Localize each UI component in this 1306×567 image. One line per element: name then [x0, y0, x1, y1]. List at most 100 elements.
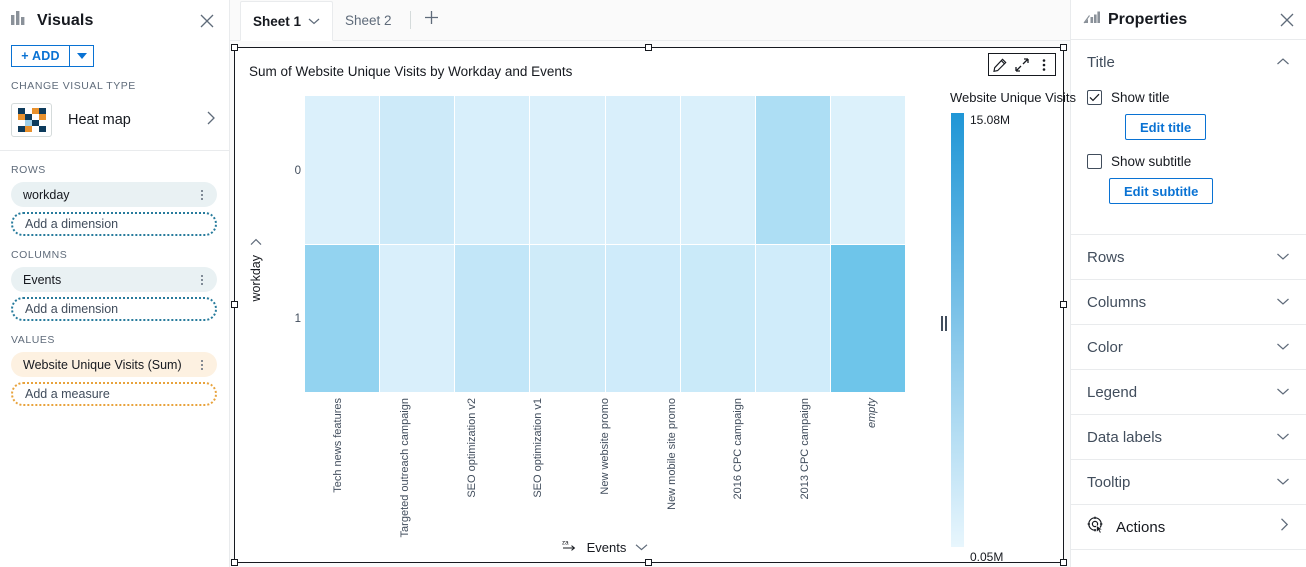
properties-section-color[interactable]: Color	[1071, 325, 1306, 369]
visual-type-name: Heat map	[68, 112, 131, 128]
x-axis-label: 2016 CPC campaign	[732, 398, 745, 500]
heatmap-cell[interactable]	[755, 96, 830, 244]
resize-handle-icon[interactable]	[941, 316, 947, 331]
columns-add-dimension[interactable]: Add a dimension	[11, 297, 217, 321]
divider	[1071, 549, 1306, 550]
heatmap-cell[interactable]	[530, 244, 605, 392]
chevron-down-icon[interactable]	[635, 543, 648, 551]
chevron-right-icon[interactable]	[250, 238, 263, 248]
x-axis-label: Tech news features	[332, 398, 345, 493]
show-subtitle-checkbox-row[interactable]: Show subtitle	[1087, 154, 1290, 169]
rows-add-dimension[interactable]: Add a dimension	[11, 212, 217, 236]
heatmap-cell[interactable]	[305, 244, 380, 392]
legend-max-label: 15.08M	[970, 113, 1011, 127]
field-menu-icon[interactable]	[193, 359, 211, 370]
field-pill-events[interactable]: Events	[11, 267, 217, 292]
tab-label: Sheet 1	[253, 13, 302, 29]
heatmap-cell[interactable]	[830, 244, 905, 392]
visual-container[interactable]: Sum of Website Unique Visits by Workday …	[231, 44, 1076, 566]
add-visual-button[interactable]: + ADD	[11, 45, 69, 67]
bar-chart-icon	[11, 11, 28, 30]
show-subtitle-checkbox[interactable]	[1087, 154, 1102, 169]
properties-section-data-labels[interactable]: Data labels	[1071, 415, 1306, 459]
heatmap-cell[interactable]	[680, 244, 755, 392]
close-icon[interactable]	[1280, 13, 1294, 27]
tab-sheet-2[interactable]: Sheet 2	[333, 0, 404, 40]
tab-separator	[409, 11, 411, 29]
resize-handle-top-right[interactable]	[1060, 44, 1067, 51]
heatmap-cell[interactable]	[830, 96, 905, 244]
menu-icon[interactable]	[1033, 54, 1055, 75]
values-label: VALUES	[11, 334, 55, 346]
chevron-up-icon[interactable]	[1276, 53, 1290, 71]
heatmap-cell[interactable]	[680, 96, 755, 244]
color-legend: Website Unique Visits 15.08M 0.05M	[910, 86, 1076, 564]
add-visual-dropdown-button[interactable]	[69, 45, 94, 67]
expand-icon[interactable]	[1011, 54, 1033, 75]
chevron-down-icon[interactable]	[1276, 473, 1290, 491]
rows-label: ROWS	[11, 164, 46, 176]
chevron-down-icon[interactable]	[1276, 338, 1290, 356]
sort-za-icon[interactable]: za	[562, 538, 578, 556]
chevron-down-icon[interactable]	[1276, 293, 1290, 311]
change-visual-type-label: CHANGE VISUAL TYPE	[11, 80, 136, 92]
tab-label: Sheet 2	[345, 12, 392, 28]
show-title-checkbox-row[interactable]: Show title	[1087, 90, 1290, 105]
y-axis-title[interactable]: workday	[249, 236, 263, 302]
y-tick-1: 1	[294, 313, 301, 325]
heatmap-cell[interactable]	[380, 96, 455, 244]
heatmap-cell[interactable]	[380, 244, 455, 392]
heatmap-cell[interactable]	[605, 96, 680, 244]
x-axis-labels: Tech news features Targeted outreach camp…	[305, 398, 905, 537]
properties-section-actions[interactable]: Actions	[1071, 505, 1306, 549]
field-pill-website-unique-visits[interactable]: Website Unique Visits (Sum)	[11, 352, 217, 377]
properties-section-columns[interactable]: Columns	[1071, 280, 1306, 324]
visual-type-row[interactable]: Heat map	[0, 98, 229, 142]
heatmap-cell[interactable]	[455, 96, 530, 244]
visual-toolbar	[988, 53, 1056, 76]
resize-handle-top-center[interactable]	[645, 44, 652, 51]
heatmap-cell[interactable]	[605, 244, 680, 392]
chevron-right-icon[interactable]	[1279, 517, 1290, 537]
chevron-down-icon[interactable]	[308, 17, 320, 25]
heatmap-cell[interactable]	[530, 96, 605, 244]
show-title-checkbox[interactable]	[1087, 90, 1102, 105]
field-pill-label: workday	[23, 187, 70, 202]
heat-map-thumbnail-icon[interactable]	[11, 103, 52, 137]
chevron-right-icon[interactable]	[205, 110, 217, 131]
svg-text:za: za	[562, 540, 569, 547]
heatmap-cell[interactable]	[755, 244, 830, 392]
x-axis-title[interactable]: za Events	[305, 538, 905, 556]
actions-label: Actions	[1116, 518, 1166, 536]
add-visual-row: + ADD	[0, 41, 229, 67]
properties-section-tooltip[interactable]: Tooltip	[1071, 460, 1306, 504]
field-menu-icon[interactable]	[193, 189, 211, 200]
title-section-body: Show title Edit title Show subtitle Edit…	[1071, 84, 1306, 234]
heatmap-cell[interactable]	[305, 96, 380, 244]
chevron-down-icon[interactable]	[1276, 428, 1290, 446]
chevron-down-icon[interactable]	[1276, 383, 1290, 401]
field-pill-workday[interactable]: workday	[11, 182, 217, 207]
sheet-canvas: Sum of Website Unique Visits by Workday …	[230, 41, 1076, 567]
chevron-down-icon[interactable]	[1276, 248, 1290, 266]
x-axis-label: empty	[865, 398, 878, 428]
properties-panel: Properties Title Show title Edit title S…	[1070, 0, 1306, 567]
close-icon[interactable]	[197, 11, 217, 31]
values-add-measure[interactable]: Add a measure	[11, 382, 217, 406]
edit-subtitle-button[interactable]: Edit subtitle	[1109, 178, 1214, 204]
edit-icon[interactable]	[989, 54, 1011, 75]
resize-handle-top-left[interactable]	[231, 44, 238, 51]
heatmap-cell[interactable]	[455, 244, 530, 392]
properties-section-legend[interactable]: Legend	[1071, 370, 1306, 414]
visuals-panel: Visuals + ADD CHANGE VISUAL TYPE Heat ma…	[0, 0, 230, 567]
properties-section-title[interactable]: Title	[1071, 40, 1306, 84]
legend-gradient-bar[interactable]	[951, 113, 964, 547]
properties-section-rows[interactable]: Rows	[1071, 235, 1306, 279]
field-menu-icon[interactable]	[193, 274, 211, 285]
add-sheet-button[interactable]	[417, 0, 447, 40]
visuals-panel-header: Visuals	[0, 0, 229, 41]
tab-sheet-1[interactable]: Sheet 1	[240, 1, 334, 41]
x-axis-label: 2013 CPC campaign	[799, 398, 811, 500]
caret-down-icon	[76, 53, 87, 59]
edit-title-button[interactable]: Edit title	[1125, 114, 1207, 140]
